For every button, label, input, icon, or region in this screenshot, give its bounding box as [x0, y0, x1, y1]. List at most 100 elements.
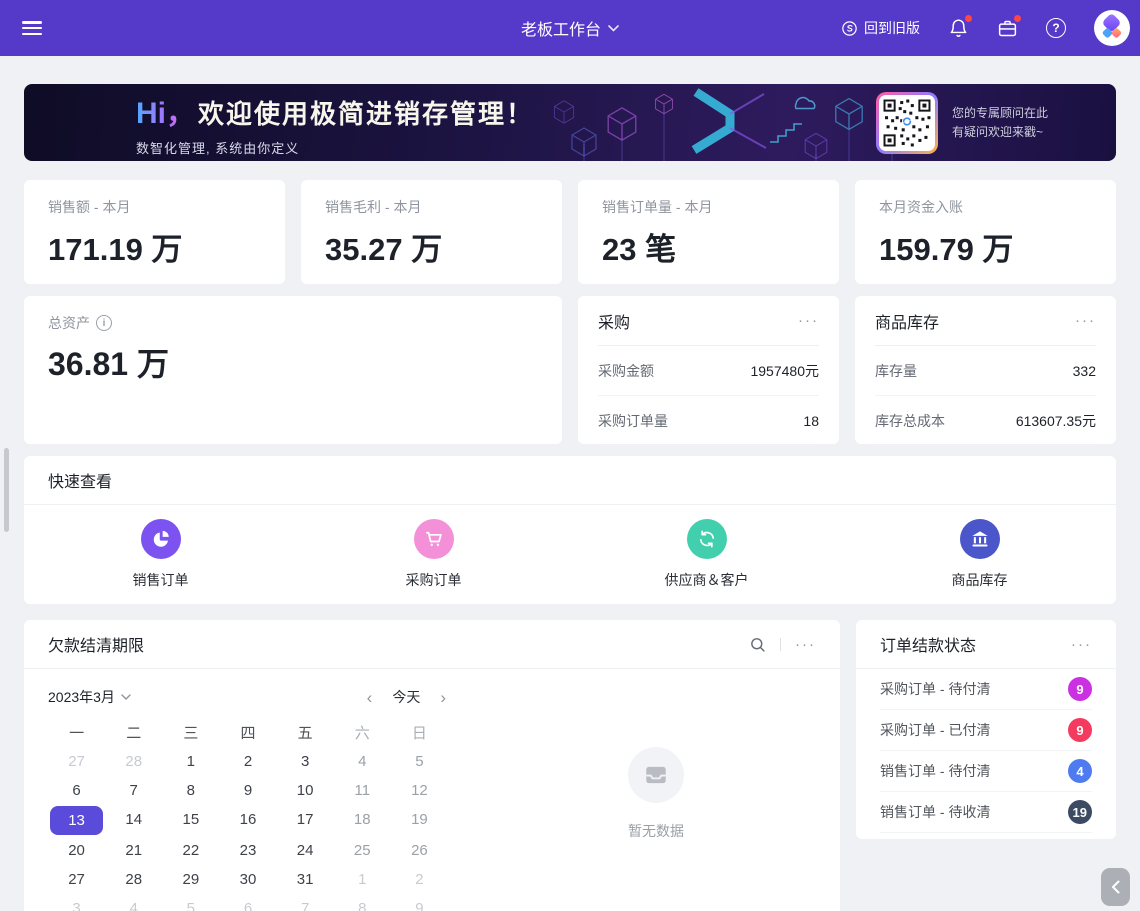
metric-value: 1957480元 — [750, 361, 819, 381]
calendar-day[interactable]: 7 — [105, 776, 162, 805]
boss-workspace-page: 老板工作台 回到旧版 — [0, 0, 1140, 911]
quick-view-item-purchase-order[interactable]: 采购订单 — [297, 519, 570, 590]
calendar-day[interactable]: 8 — [334, 894, 391, 911]
collapse-panel-handle[interactable] — [1101, 868, 1130, 906]
left-scrollbar-thumb[interactable] — [4, 448, 9, 532]
calendar-day[interactable]: 3 — [277, 747, 334, 776]
chevron-left-icon — [1111, 880, 1120, 894]
calendar-day[interactable]: 10 — [277, 776, 334, 805]
calendar-day[interactable]: 17 — [277, 805, 334, 834]
notification-dot — [1014, 15, 1021, 22]
calendar-day[interactable]: 5 — [391, 747, 448, 776]
calendar-day[interactable]: 22 — [162, 836, 219, 865]
calendar-day[interactable]: 8 — [162, 776, 219, 805]
metric-row: 库存量 332 — [875, 346, 1096, 396]
calendar-day[interactable]: 7 — [277, 894, 334, 911]
workspace-title-dropdown[interactable]: 老板工作台 — [521, 16, 619, 40]
more-button[interactable]: ··· — [795, 637, 816, 652]
calendar-day[interactable]: 11 — [334, 776, 391, 805]
calendar-day[interactable]: 1 — [162, 747, 219, 776]
hamburger-menu-button[interactable] — [22, 21, 42, 35]
calendar-grid: 2728123456789101112131415161718192021222… — [48, 747, 448, 911]
calendar-day[interactable]: 31 — [277, 865, 334, 894]
avatar[interactable] — [1094, 10, 1130, 46]
status-row[interactable]: 销售订单 - 待收清 19 — [880, 792, 1092, 833]
more-button[interactable]: ··· — [1071, 637, 1092, 652]
calendar-day[interactable]: 26 — [391, 836, 448, 865]
calendar-day[interactable]: 4 — [334, 747, 391, 776]
stat-value: 35.27 万 — [325, 224, 538, 269]
calendar-day[interactable]: 15 — [162, 805, 219, 834]
notifications-button[interactable] — [947, 17, 969, 39]
calendar-weekday: 一 — [48, 717, 105, 747]
calendar-day[interactable]: 18 — [334, 805, 391, 834]
top-navbar: 老板工作台 回到旧版 — [0, 0, 1140, 56]
back-to-old-version-button[interactable]: 回到旧版 — [841, 18, 920, 38]
quick-view-item-inventory[interactable]: 商品库存 — [843, 519, 1116, 590]
calendar-weekday: 日 — [391, 717, 448, 747]
card-title: 欠款结清期限 — [48, 632, 749, 656]
help-button[interactable]: ? — [1045, 17, 1067, 39]
quick-view-item-supplier-customer[interactable]: 供应商＆客户 — [570, 519, 843, 590]
metric-label: 采购订单量 — [598, 411, 668, 431]
divider — [780, 638, 781, 651]
calendar-day[interactable]: 25 — [334, 836, 391, 865]
more-button[interactable]: ··· — [798, 313, 819, 328]
calendar-day[interactable]: 23 — [219, 836, 276, 865]
calendar-day[interactable]: 21 — [105, 836, 162, 865]
calendar-day[interactable]: 19 — [391, 805, 448, 834]
more-button[interactable]: ··· — [1075, 313, 1096, 328]
calendar-day[interactable]: 27 — [48, 747, 105, 776]
calendar-day[interactable]: 6 — [48, 776, 105, 805]
calendar-day[interactable]: 2 — [219, 747, 276, 776]
status-row[interactable]: 采购订单 - 待付清 9 — [880, 669, 1092, 710]
calendar-day[interactable]: 3 — [48, 894, 105, 911]
search-icon[interactable] — [749, 636, 766, 653]
inventory-card: 商品库存 ··· 库存量 332 库存总成本 613607.35元 — [855, 296, 1116, 444]
empty-state: 暂无数据 — [472, 669, 840, 911]
calendar-day[interactable]: 27 — [48, 865, 105, 894]
notification-dot — [965, 15, 972, 22]
calendar-day[interactable]: 2 — [391, 865, 448, 894]
today-button[interactable]: 今天 — [392, 687, 420, 707]
calendar-day[interactable]: 12 — [391, 776, 448, 805]
metric-label: 采购金额 — [598, 361, 654, 381]
calendar-day[interactable]: 5 — [162, 894, 219, 911]
status-label: 销售订单 - 待收清 — [880, 802, 990, 822]
info-icon[interactable]: i — [96, 315, 112, 331]
calendar-day[interactable]: 14 — [105, 805, 162, 834]
calendar-day[interactable]: 1 — [334, 865, 391, 894]
calendar-day[interactable]: 9 — [391, 894, 448, 911]
calendar-day[interactable]: 6 — [219, 894, 276, 911]
debt-deadline-card: 欠款结清期限 ··· 2023年3月 — [24, 620, 840, 911]
page-title: 老板工作台 — [521, 16, 601, 40]
calendar-day[interactable]: 28 — [105, 865, 162, 894]
back-to-old-version-label: 回到旧版 — [864, 18, 920, 38]
calendar-day[interactable]: 13 — [50, 806, 103, 835]
prev-month-button[interactable]: ‹ — [365, 689, 375, 706]
stat-value: 159.79 万 — [879, 224, 1092, 269]
stat-label: 销售订单量 - 本月 — [602, 197, 815, 217]
calendar-day[interactable]: 30 — [219, 865, 276, 894]
status-row[interactable]: 销售订单 - 待付清 4 — [880, 751, 1092, 792]
stat-card-gross-profit: 销售毛利 - 本月 35.27 万 — [301, 180, 562, 284]
workbench-button[interactable] — [996, 17, 1018, 39]
status-row[interactable]: 采购订单 - 已付清 9 — [880, 710, 1092, 751]
month-selector[interactable]: 2023年3月 — [48, 687, 131, 707]
calendar-day[interactable]: 29 — [162, 865, 219, 894]
quick-view-item-sales-order[interactable]: 销售订单 — [24, 519, 297, 590]
calendar-day[interactable]: 20 — [48, 836, 105, 865]
calendar-weekday: 四 — [219, 717, 276, 747]
calendar-day[interactable]: 16 — [219, 805, 276, 834]
calendar-day[interactable]: 28 — [105, 747, 162, 776]
next-month-button[interactable]: › — [438, 689, 448, 706]
chevron-down-icon — [121, 694, 131, 700]
calendar-day[interactable]: 9 — [219, 776, 276, 805]
metric-value: 613607.35元 — [1016, 411, 1096, 431]
greeting-headline: 欢迎使用极简进销存管理！ — [198, 94, 534, 131]
calendar-day[interactable]: 24 — [277, 836, 334, 865]
stat-card-order-count: 销售订单量 - 本月 23 笔 — [578, 180, 839, 284]
calendar-day[interactable]: 4 — [105, 894, 162, 911]
order-status-card: 订单结款状态 ··· 采购订单 - 待付清 9 采购订单 - 已付清 9 销售订… — [856, 620, 1116, 839]
quick-view-label: 商品库存 — [952, 570, 1008, 590]
